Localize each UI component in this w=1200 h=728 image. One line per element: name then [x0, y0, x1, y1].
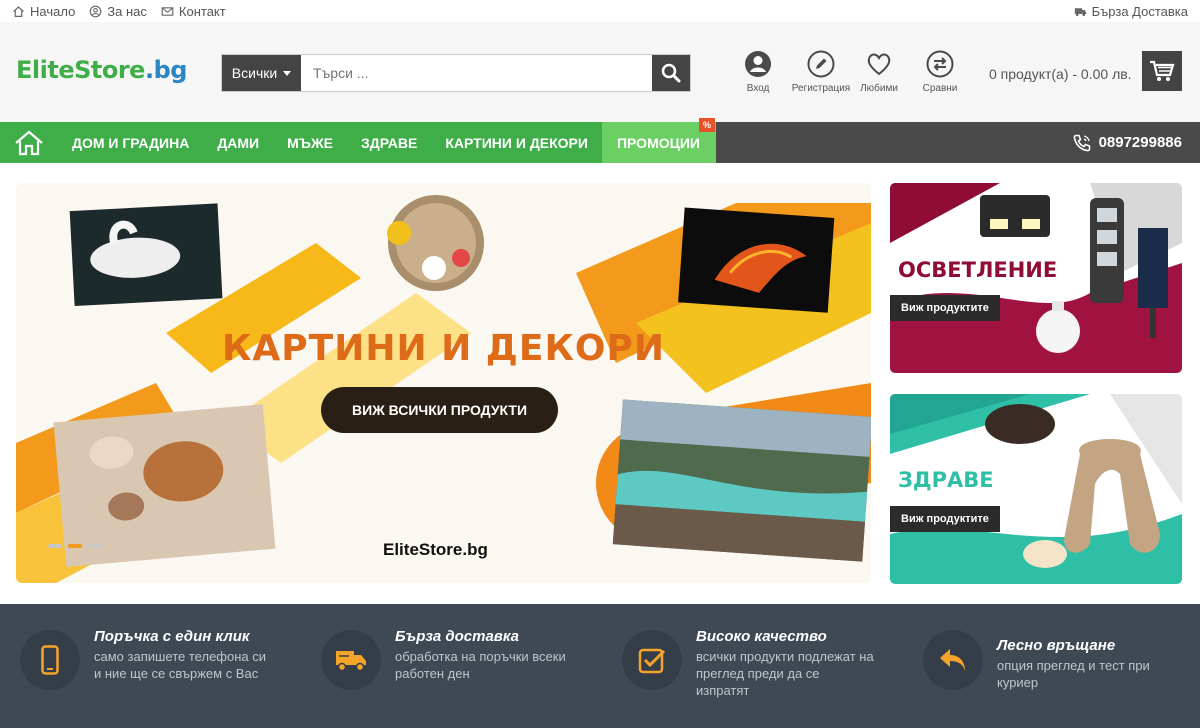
logo-domain: .bg	[144, 56, 187, 84]
hero-background-art	[16, 195, 871, 583]
contact-link-label: Контакт	[178, 3, 226, 19]
heart-icon	[867, 53, 891, 76]
nav-home-button[interactable]	[0, 122, 58, 163]
feature-easy-return: Лесно връщане опция преглед и тест при к…	[923, 628, 1182, 691]
favorites-label: Любими	[860, 83, 898, 94]
compare-arrows-icon	[926, 50, 954, 78]
nav-item-promotions[interactable]: ПРОМОЦИИ %	[601, 118, 716, 163]
search-input[interactable]	[301, 55, 652, 91]
caret-down-icon	[283, 70, 292, 76]
feature-icon-circle	[622, 630, 682, 690]
search-icon	[661, 63, 681, 83]
lighting-title: ОСВЕТЛЕНИЕ	[898, 258, 1058, 282]
check-icon	[638, 648, 666, 674]
feature-icon-circle	[923, 630, 983, 690]
search-bar: Всички	[221, 54, 691, 92]
feature-text: само запишете телефона си и ние ще се св…	[94, 649, 267, 681]
favorites-button[interactable]: Любими	[856, 50, 902, 94]
user-circle-icon	[89, 5, 102, 17]
about-link[interactable]: За нас	[89, 4, 147, 19]
nav-item-women[interactable]: ДАМИ	[203, 122, 273, 163]
truck-icon	[336, 651, 366, 672]
feature-one-click-order: Поръчка с един клик само запишете телефо…	[20, 628, 269, 690]
lighting-view-products-button[interactable]: Виж продуктите	[890, 295, 1000, 321]
main-nav: ДОМ И ГРАДИНА ДАМИ МЪЖЕ ЗДРАВЕ КАРТИНИ И…	[0, 118, 1200, 163]
delivery-link-label: Бърза Доставка	[1091, 3, 1188, 19]
site-header: EliteStore.bg Всички Вход Регистрация Лю…	[0, 22, 1200, 122]
feature-title: Поръчка с един клик	[94, 628, 250, 645]
feature-title: Високо качество	[696, 628, 827, 645]
slider-dot[interactable]	[68, 544, 82, 548]
health-view-products-button[interactable]: Виж продуктите	[890, 506, 1000, 532]
features-strip: Поръчка с един клик само запишете телефо…	[0, 604, 1200, 728]
hero-slider[interactable]: КАРТИНИ И ДЕКОРИ ВИЖ ВСИЧКИ ПРОДУКТИ Eli…	[16, 183, 871, 583]
lighting-banner[interactable]: ОСВЕТЛЕНИЕ Виж продуктите	[890, 183, 1182, 373]
nav-item-men[interactable]: МЪЖЕ	[273, 122, 347, 163]
search-button[interactable]	[652, 55, 690, 91]
banner-area: КАРТИНИ И ДЕКОРИ ВИЖ ВСИЧКИ ПРОДУКТИ Eli…	[0, 163, 1200, 603]
cart-icon	[1150, 60, 1175, 81]
about-link-label: За нас	[107, 3, 147, 19]
nav-item-pictures-decor[interactable]: КАРТИНИ И ДЕКОРИ	[431, 122, 602, 163]
logo-name: EliteStore	[16, 56, 145, 84]
login-label: Вход	[746, 83, 770, 94]
hero-title: КАРТИНИ И ДЕКОРИ	[221, 328, 665, 369]
phone-icon	[41, 645, 59, 675]
discount-badge: %	[698, 118, 715, 132]
envelope-icon	[161, 6, 174, 16]
phone-number: 0897299886	[1098, 134, 1182, 151]
health-title: ЗДРАВЕ	[898, 468, 994, 492]
cart-summary[interactable]: 0 продукт(а) - 0.00 лв.	[989, 66, 1132, 82]
compare-button[interactable]: Сравни	[912, 50, 968, 94]
return-icon	[940, 649, 965, 671]
feature-title: Бърза доставка	[395, 628, 519, 645]
hero-brand-text: EliteStore.bg	[383, 540, 488, 559]
home-link[interactable]: Начало	[12, 4, 75, 19]
feature-fast-delivery: Бърза доставка обработка на поръчки всек…	[321, 628, 570, 690]
slider-dot[interactable]	[88, 544, 102, 548]
feature-icon-circle	[321, 630, 381, 690]
search-category-label: Всички	[231, 65, 278, 81]
cart-button[interactable]	[1142, 51, 1182, 91]
site-logo[interactable]: EliteStore.bg	[16, 56, 187, 84]
nav-item-home-garden[interactable]: ДОМ И ГРАДИНА	[58, 122, 203, 163]
home-link-label: Начало	[30, 3, 76, 19]
feature-text: обработка на поръчки всеки работен ден	[395, 649, 566, 681]
slider-dots	[48, 544, 102, 548]
contact-link[interactable]: Контакт	[161, 4, 226, 19]
truck-icon	[1074, 7, 1086, 16]
nav-category-group: ДОМ И ГРАДИНА ДАМИ МЪЖЕ ЗДРАВЕ КАРТИНИ И…	[0, 118, 716, 163]
compare-label: Сравни	[922, 83, 958, 94]
phone-icon	[1073, 134, 1090, 151]
user-actions: Вход Регистрация Любими Сравни	[730, 50, 968, 94]
nav-promo-label: ПРОМОЦИИ	[616, 134, 700, 151]
feature-text: опция преглед и тест при куриер	[997, 658, 1150, 690]
feature-text: всички продукти подлежат на преглед пред…	[696, 649, 874, 698]
search-category-select[interactable]: Всички	[222, 55, 301, 91]
feature-icon-circle	[20, 630, 80, 690]
delivery-link[interactable]: Бърза Доставка	[1074, 4, 1188, 19]
feature-high-quality: Високо качество всички продукти подлежат…	[622, 628, 876, 699]
house-icon	[15, 130, 43, 155]
nav-item-health[interactable]: ЗДРАВЕ	[347, 122, 431, 163]
top-bar: Начало За нас Контакт Бърза Доставка	[0, 0, 1200, 22]
pencil-icon	[807, 50, 835, 78]
feature-title: Лесно връщане	[997, 637, 1116, 654]
register-button[interactable]: Регистрация	[790, 50, 852, 94]
slider-dot[interactable]	[48, 544, 62, 548]
hero-view-all-button[interactable]: ВИЖ ВСИЧКИ ПРОДУКТИ	[321, 387, 558, 433]
house-icon	[13, 5, 24, 17]
user-icon	[745, 51, 771, 77]
register-label: Регистрация	[791, 83, 851, 94]
phone-link[interactable]: 0897299886	[1073, 122, 1182, 163]
health-banner[interactable]: ЗДРАВЕ Виж продуктите	[890, 394, 1182, 584]
login-button[interactable]: Вход	[730, 50, 786, 94]
